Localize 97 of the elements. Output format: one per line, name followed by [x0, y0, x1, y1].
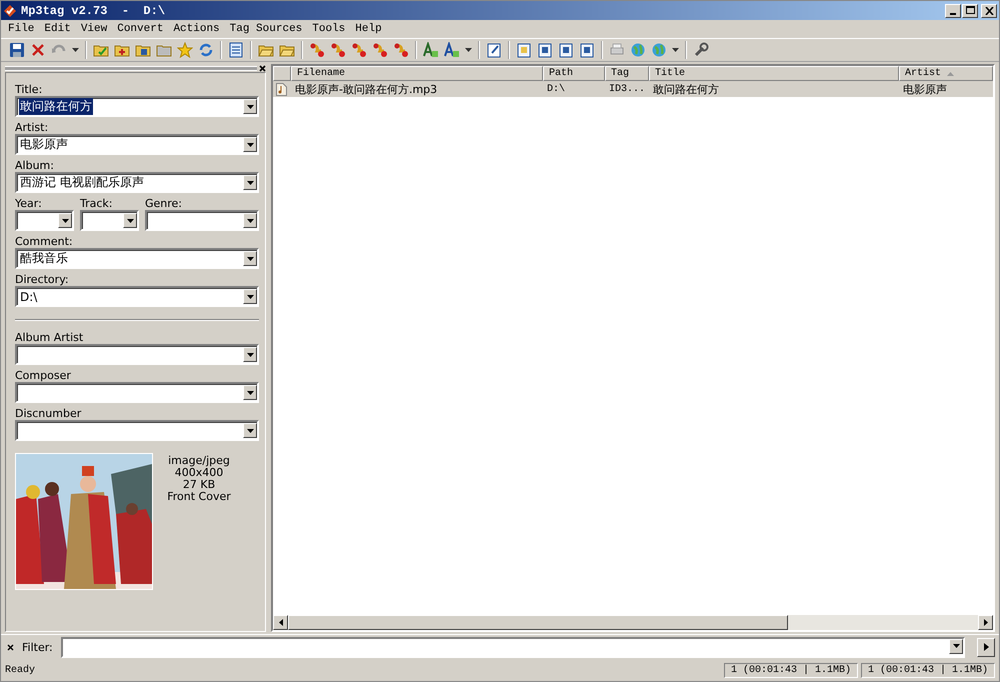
dropdown-button[interactable]	[949, 638, 963, 654]
dropdown-button[interactable]	[243, 347, 257, 362]
menu-item[interactable]: Tools	[307, 23, 350, 35]
combo-box[interactable]: 酷我音乐	[15, 248, 259, 269]
maximize-button[interactable]	[962, 4, 978, 18]
menu-item[interactable]: Actions	[168, 23, 225, 35]
app-icon	[3, 4, 17, 18]
field-label: Discnumber	[15, 407, 82, 420]
caret-icon	[62, 218, 68, 222]
combo-box[interactable]	[15, 344, 259, 365]
field-label: Album Artist	[15, 331, 84, 344]
table-cell: 电影原声-敢问路在何方.mp3	[295, 82, 438, 96]
close-icon[interactable]	[7, 644, 14, 650]
horizontal-scrollbar[interactable]	[273, 615, 993, 630]
table-cell: ID3...	[609, 84, 646, 94]
caret-icon	[246, 428, 254, 432]
menu-item[interactable]: Tag Sources	[224, 23, 308, 35]
field-label: Genre:	[145, 197, 184, 210]
status-panel: 1 (00:01:43 | 1.1MB)	[724, 662, 858, 678]
dropdown-arrow-icon[interactable]	[72, 48, 79, 52]
dropdown-button[interactable]	[58, 213, 72, 228]
caret-icon	[126, 218, 134, 222]
window-title: Mp3tag v2.73 - D:\	[21, 4, 166, 18]
dropdown-button[interactable]	[123, 213, 137, 228]
dropdown-button[interactable]	[243, 213, 257, 228]
field-label: Artist:	[15, 121, 50, 134]
field-label: Comment:	[15, 235, 74, 248]
combo-box[interactable]	[145, 210, 259, 231]
combo-box[interactable]	[15, 210, 74, 231]
filter-label: Filter:	[22, 640, 53, 654]
cover-info: Front Cover	[167, 491, 231, 503]
dropdown-button[interactable]	[243, 423, 257, 438]
dropdown-button[interactable]	[243, 137, 257, 152]
field-label: Directory:	[15, 273, 70, 286]
column-header[interactable]: Artist	[899, 66, 993, 81]
caret-icon	[246, 104, 254, 108]
combo-box[interactable]	[15, 382, 259, 403]
menu-item[interactable]: File	[3, 23, 40, 35]
column-header[interactable]: Filename	[291, 66, 543, 81]
cover-info: 27 KB	[182, 479, 216, 491]
dropdown-button[interactable]	[243, 99, 257, 114]
caret-icon	[246, 352, 254, 356]
dropdown-button[interactable]	[243, 175, 257, 190]
column-header[interactable]: Title	[649, 66, 899, 81]
maximize-icon	[966, 6, 974, 15]
minimize-button[interactable]	[945, 4, 961, 18]
caret-icon	[246, 142, 254, 146]
dropdown-button[interactable]	[243, 385, 257, 400]
combo-box[interactable]: 西游记 电视剧配乐原声	[15, 172, 259, 193]
menu-item[interactable]: View	[76, 23, 112, 35]
field-label: Composer	[15, 369, 72, 382]
filter-field[interactable]	[60, 636, 965, 658]
menu-item[interactable]: Convert	[112, 23, 168, 35]
caret-icon	[246, 218, 254, 222]
dropdown-arrow-icon[interactable]	[465, 48, 472, 52]
letter-icon[interactable]	[442, 40, 462, 60]
cover-info: image/jpeg	[168, 455, 230, 467]
menu-item[interactable]: Help	[350, 23, 387, 35]
star-icon[interactable]	[175, 40, 195, 60]
field-label: Album:	[15, 159, 55, 172]
apply-filter-button[interactable]	[977, 638, 995, 656]
close-icon[interactable]	[259, 64, 266, 72]
dropdown-arrow-icon[interactable]	[672, 48, 679, 52]
combo-box[interactable]: 电影原声	[15, 134, 259, 155]
combo-box[interactable]: 敢问路在何方	[15, 96, 259, 117]
minimize-icon	[950, 12, 956, 14]
field-label: Title:	[15, 83, 44, 96]
left-arrow-icon[interactable]	[278, 619, 282, 626]
combo-box[interactable]: D:\	[15, 286, 259, 307]
column-header[interactable]: Path	[543, 66, 605, 81]
audio-file-icon	[276, 82, 287, 96]
play-icon	[984, 643, 988, 651]
combo-box[interactable]	[80, 210, 139, 231]
field-label: Track:	[80, 197, 114, 210]
field-label: Year:	[15, 197, 43, 210]
close-button[interactable]	[981, 4, 997, 18]
right-arrow-icon[interactable]	[984, 619, 988, 626]
column-header[interactable]: Tag	[605, 66, 649, 81]
dropdown-button[interactable]	[243, 251, 257, 266]
close-icon	[984, 6, 994, 14]
menu-item[interactable]: Edit	[39, 23, 76, 35]
letter-icon[interactable]	[421, 40, 441, 60]
cover-info: 400x400	[174, 467, 224, 479]
table-cell: 电影原声	[903, 82, 947, 96]
dropdown-button[interactable]	[243, 289, 257, 304]
table-cell: D:\	[547, 84, 566, 94]
save-icon[interactable]	[7, 40, 27, 60]
status-panel: 1 (00:01:43 | 1.1MB)	[860, 662, 995, 678]
caret-icon	[246, 390, 254, 394]
combo-box[interactable]	[15, 420, 259, 441]
caret-icon	[246, 180, 254, 184]
caret-icon	[246, 294, 254, 298]
column-header[interactable]	[273, 66, 291, 81]
caret-icon	[952, 644, 960, 648]
table-cell: 敢问路在何方	[653, 82, 719, 96]
caret-icon	[246, 256, 254, 260]
status-text: Ready	[5, 664, 36, 676]
